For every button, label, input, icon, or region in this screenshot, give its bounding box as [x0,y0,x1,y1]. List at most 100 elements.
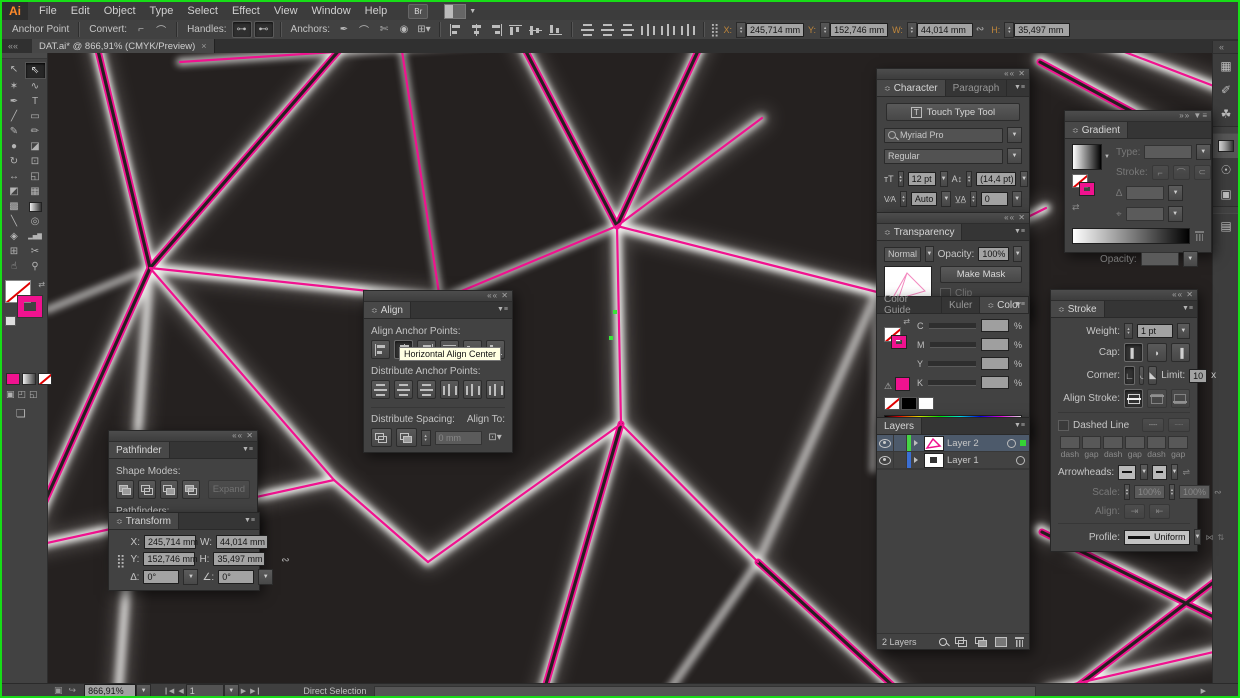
gradient-type-dropdown[interactable]: ▼ [1196,144,1211,160]
graphic-styles-panel-icon[interactable]: ▣ [1213,182,1239,206]
expand-button[interactable]: Expand [208,480,250,499]
horizontal-distribute-left-button[interactable] [639,22,657,37]
convert-to-smooth-button[interactable]: ⌒ [152,22,170,37]
lasso-tool[interactable]: ∿ [25,79,46,94]
projecting-cap-button[interactable]: ▐ [1171,343,1190,362]
profile-dropdown[interactable]: Uniform [1124,530,1190,545]
pathfinder-panel-header[interactable]: «« ✕ [109,431,257,442]
vertical-distribute-center-button[interactable] [599,22,617,37]
font-family-dropdown[interactable]: ▼ [1007,127,1022,143]
layer-selection-indicator[interactable] [1020,440,1026,446]
unite-button[interactable] [116,480,134,499]
kerning-field[interactable]: Auto [911,192,938,206]
blend-mode-field[interactable]: Normal [884,247,921,262]
tab-align[interactable]: ≎Align [364,302,411,318]
draw-behind-mode-icon[interactable]: ◰ [18,389,27,400]
collapse-panel-icon[interactable]: «« [232,431,243,440]
panel-menu-icon[interactable]: ▼≡ [1014,84,1025,91]
artboard-tool[interactable]: ⊞ [4,244,25,259]
exclude-button[interactable] [182,480,200,499]
reference-point-grid[interactable]: ⣿ [710,23,720,36]
close-document-icon[interactable]: × [201,41,206,51]
convert-to-corner-button[interactable]: ⌐ [132,22,150,37]
draw-inside-mode-icon[interactable]: ◱ [29,389,38,400]
panel-menu-icon[interactable]: ▼≡ [242,446,253,453]
kerning-stepper[interactable]: ▲▼ [900,191,907,207]
menu-type[interactable]: Type [143,2,181,20]
artboard-dropdown[interactable]: ▼ [224,684,239,698]
font-family-field[interactable]: Myriad Pro [884,128,1003,143]
close-panel-icon[interactable]: ✕ [1018,213,1026,222]
expand-dock-icon[interactable]: « [1213,41,1239,54]
channel-slider[interactable] [930,342,976,348]
gradient-opacity-field[interactable] [1141,252,1179,266]
close-panel-icon[interactable]: ✕ [501,291,509,300]
layer-target-icon[interactable] [1016,456,1025,465]
perspective-grid-tool[interactable]: ▦ [25,184,46,199]
limit-field[interactable]: 10 [1189,369,1207,383]
menu-select[interactable]: Select [180,2,225,20]
opacity-dropdown[interactable]: ▼ [1013,246,1022,262]
artboard-number-field[interactable]: 1 [186,684,224,697]
pen-tool[interactable]: ✒ [4,94,25,109]
transform-w-field[interactable]: 44,014 mm [216,535,268,549]
tab-kuler[interactable]: Kuler [942,297,980,313]
layer-expand-icon[interactable] [914,457,918,463]
paintbrush-tool[interactable]: ✎ [4,124,25,139]
align-h-left-button[interactable] [371,340,390,359]
align-dashes-button[interactable]: ┄┄ [1168,418,1190,432]
shear-dropdown[interactable]: ▼ [258,569,273,585]
prev-artboard-icon[interactable]: ◀ [176,687,185,695]
horizontal-distribute-center-button[interactable] [659,22,677,37]
artboard-nav-icon[interactable]: ▣ [54,685,63,696]
extend-arrow-tip-button[interactable]: ⇥ [1124,504,1145,519]
menu-help[interactable]: Help [358,2,395,20]
channel-value-field[interactable] [981,376,1009,389]
screen-mode-icon[interactable]: ❏ [16,407,26,420]
magic-wand-tool[interactable]: ✶ [4,79,25,94]
h-field[interactable]: 35,497 mm [1014,23,1070,37]
stroke-gradient-along-button[interactable]: ⌒ [1173,165,1190,180]
constrain-proportions-icon[interactable]: ∾ [973,24,987,35]
profile-dropdown-arrow[interactable]: ▼ [1194,529,1202,545]
collapse-panels-icon[interactable]: «« [2,39,24,53]
tracking-stepper[interactable]: ▲▼ [970,191,977,207]
rotate-dropdown[interactable]: ▼ [183,569,198,585]
gradient-type-field[interactable] [1144,145,1191,159]
close-panel-icon[interactable]: ✕ [1186,290,1194,299]
hand-tool[interactable]: ☝ [4,259,25,274]
channel-value-field[interactable] [981,319,1009,332]
gradient-tool[interactable] [25,199,46,214]
arrowhead-start-arrow[interactable]: ▼ [1140,464,1148,480]
cut-path-button[interactable]: ✄ [375,22,393,37]
menu-file[interactable]: File [32,2,64,20]
symbol-sprayer-tool[interactable]: ◈ [4,229,25,244]
gradient-opacity-dropdown[interactable]: ▼ [1183,251,1198,267]
vertical-distribute-bottom-button[interactable] [619,22,637,37]
flip-across-icon[interactable]: ⇅ [1217,533,1224,542]
font-size-dropdown[interactable]: ▼ [940,171,948,187]
channel-slider[interactable] [929,323,976,329]
hide-handles-button[interactable]: ⊷ [254,21,274,38]
leading-stepper[interactable]: ▲▼ [966,171,972,187]
width-tool[interactable]: ↔ [4,169,25,184]
panel-menu-icon[interactable]: ▼≡ [497,306,508,313]
black-swatch[interactable] [901,397,917,410]
make-clipping-mask-icon[interactable] [955,637,967,647]
scale-start-field[interactable]: 100% [1134,485,1165,499]
font-style-field[interactable]: Regular [884,149,1003,164]
transform-y-field[interactable]: 152,746 mm [143,552,195,566]
intersect-button[interactable] [160,480,178,499]
collapse-panel-icon[interactable]: «« [487,291,498,300]
gradient-slider[interactable] [1072,228,1190,244]
stroke-swatch[interactable] [1080,183,1094,195]
bridge-icon[interactable]: Br [408,4,428,19]
menu-edit[interactable]: Edit [64,2,97,20]
constrain-proportions-icon[interactable]: ∾ [278,555,292,566]
channel-value-field[interactable] [981,357,1009,370]
link-scales-icon[interactable]: ∾ [1214,487,1222,498]
dash-field-4[interactable] [1147,436,1167,449]
new-sublayer-icon[interactable] [975,637,987,647]
y-stepper[interactable]: ▲▼ [820,22,830,38]
layer-visibility-icon[interactable] [879,456,891,465]
